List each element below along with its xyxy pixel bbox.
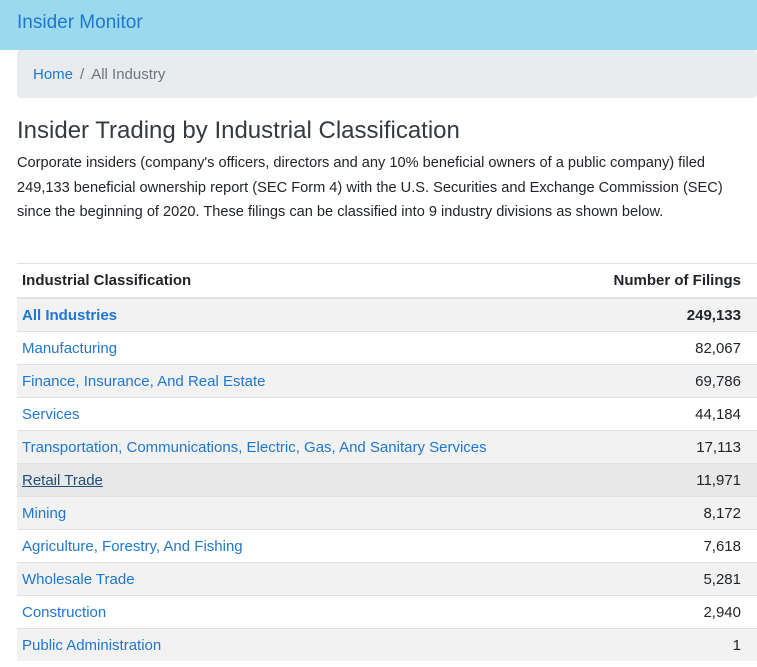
table-header-row: Industrial Classification Number of Fili… (17, 263, 757, 299)
table-row: Mining 8,172 (17, 496, 757, 530)
classification-cell: Public Administration (17, 628, 584, 661)
filings-count: 69,786 (583, 364, 757, 398)
column-header-filings: Number of Filings (583, 263, 757, 299)
filings-table: Industrial Classification Number of Fili… (17, 263, 757, 661)
table-row: Transportation, Communications, Electric… (17, 430, 757, 464)
table-row: Public Administration 1 (17, 628, 757, 661)
brand-link[interactable]: Insider Monitor (17, 12, 143, 34)
industry-link-transportation[interactable]: Transportation, Communications, Electric… (22, 439, 487, 456)
table-row: Retail Trade 11,971 (17, 463, 757, 497)
breadcrumb-current: All Industry (91, 66, 166, 83)
industry-link-public-administration[interactable]: Public Administration (22, 637, 161, 654)
filings-count: 2,940 (583, 595, 757, 629)
filings-count: 82,067 (583, 331, 757, 365)
filings-count: 5,281 (583, 562, 757, 596)
classification-cell: Manufacturing (17, 331, 584, 365)
filings-count: 249,133 (583, 297, 757, 332)
filings-count: 1 (583, 628, 757, 661)
industry-link-all-industries[interactable]: All Industries (22, 307, 117, 324)
classification-cell: Wholesale Trade (17, 562, 584, 596)
breadcrumb-separator: / (80, 66, 85, 83)
classification-cell: All Industries (17, 297, 584, 332)
filings-count: 11,971 (583, 463, 757, 497)
table-row: All Industries 249,133 (17, 297, 757, 332)
industry-link-retail-trade[interactable]: Retail Trade (22, 472, 103, 489)
filings-count: 44,184 (583, 397, 757, 431)
industry-link-wholesale-trade[interactable]: Wholesale Trade (22, 571, 135, 588)
filings-count: 7,618 (583, 529, 757, 563)
table-row: Services 44,184 (17, 397, 757, 431)
classification-cell: Agriculture, Forestry, And Fishing (17, 529, 584, 563)
breadcrumb: Home / All Industry (17, 50, 757, 98)
navbar: Insider Monitor (0, 0, 757, 50)
classification-cell: Finance, Insurance, And Real Estate (17, 364, 584, 398)
table-row: Manufacturing 82,067 (17, 331, 757, 365)
filings-count: 8,172 (583, 496, 757, 530)
classification-cell: Construction (17, 595, 584, 629)
table-row: Construction 2,940 (17, 595, 757, 629)
industry-link-mining[interactable]: Mining (22, 505, 66, 522)
column-header-classification: Industrial Classification (17, 263, 584, 299)
filings-count: 17,113 (583, 430, 757, 464)
table-row: Finance, Insurance, And Real Estate 69,7… (17, 364, 757, 398)
breadcrumb-home-link[interactable]: Home (33, 66, 73, 83)
industry-link-finance[interactable]: Finance, Insurance, And Real Estate (22, 373, 265, 390)
industry-link-construction[interactable]: Construction (22, 604, 106, 621)
industry-link-manufacturing[interactable]: Manufacturing (22, 340, 117, 357)
classification-cell: Retail Trade (17, 463, 584, 497)
classification-cell: Services (17, 397, 584, 431)
industry-link-agriculture[interactable]: Agriculture, Forestry, And Fishing (22, 538, 243, 555)
intro-paragraph: Corporate insiders (company's officers, … (17, 155, 723, 220)
industry-link-services[interactable]: Services (22, 406, 80, 423)
table-row: Agriculture, Forestry, And Fishing 7,618 (17, 529, 757, 563)
page-title: Insider Trading by Industrial Classifica… (17, 117, 460, 144)
classification-cell: Mining (17, 496, 584, 530)
classification-cell: Transportation, Communications, Electric… (17, 430, 584, 464)
table-row: Wholesale Trade 5,281 (17, 562, 757, 596)
